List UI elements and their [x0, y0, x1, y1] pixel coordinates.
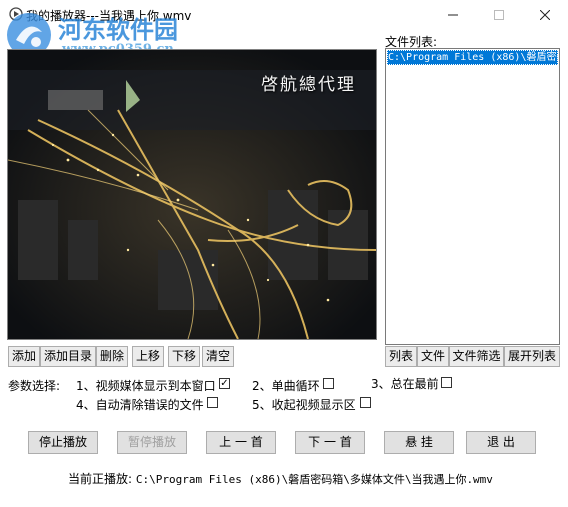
video-caption: 啓航總代理	[261, 75, 356, 95]
title-bar: 我的播放器---当我遇上你.wmv	[0, 0, 568, 30]
close-icon	[540, 10, 550, 20]
window-title: 我的播放器---当我遇上你.wmv	[26, 9, 192, 23]
next-button[interactable]: 下 一 首	[295, 431, 365, 454]
move-up-button[interactable]: 上移	[132, 346, 164, 367]
app-icon	[9, 7, 23, 21]
hang-button[interactable]: 悬 挂	[384, 431, 454, 454]
option-4-label: 4、自动清除错误的文件	[76, 398, 204, 412]
now-playing-path: C:\Program Files (x86)\磐盾密码箱\多媒体文件\当我遇上你…	[135, 473, 493, 486]
exit-button[interactable]: 退 出	[466, 431, 536, 454]
video-display[interactable]: 啓航總代理	[7, 49, 377, 340]
option-5-label: 5、收起视频显示区	[252, 398, 356, 412]
maximize-button[interactable]	[476, 0, 522, 30]
file-list[interactable]: C:\Program Files (x86)\磐盾密码箱\多媒体文件\当我遇上你…	[385, 48, 560, 345]
option-3-checkbox[interactable]	[441, 377, 452, 388]
now-playing: 当前正播放: C:\Program Files (x86)\磐盾密码箱\多媒体文…	[68, 470, 493, 487]
minimize-icon	[448, 14, 458, 16]
add-button[interactable]: 添加	[8, 346, 40, 367]
option-3-label: 3、总在最前	[371, 377, 439, 391]
previous-button[interactable]: 上 一 首	[206, 431, 276, 454]
move-down-button[interactable]: 下移	[168, 346, 200, 367]
close-button[interactable]	[522, 0, 568, 30]
option-1-checkbox[interactable]: ✓	[219, 378, 230, 389]
expand-list-button[interactable]: 展开列表	[504, 346, 560, 367]
clear-button[interactable]: 清空	[202, 346, 234, 367]
add-folder-button[interactable]: 添加目录	[40, 346, 96, 367]
file-filter-button[interactable]: 文件筛选	[449, 346, 504, 367]
option-1-label: 1、视频媒体显示到本窗口	[76, 379, 216, 393]
params-label: 参数选择:	[8, 379, 61, 393]
check-icon: ✓	[220, 378, 229, 389]
file-button[interactable]: 文件	[417, 346, 449, 367]
maximize-icon	[494, 10, 504, 20]
option-5-checkbox[interactable]	[360, 397, 371, 408]
delete-button[interactable]: 删除	[96, 346, 128, 367]
option-2-checkbox[interactable]	[323, 378, 334, 389]
list-button[interactable]: 列表	[385, 346, 417, 367]
minimize-button[interactable]	[430, 0, 476, 30]
option-4-checkbox[interactable]	[207, 397, 218, 408]
now-playing-label: 当前正播放:	[68, 472, 133, 486]
file-list-item[interactable]: C:\Program Files (x86)\磐盾密码箱\多媒体文件\当我遇上你…	[387, 50, 558, 65]
stop-button[interactable]: 停止播放	[28, 431, 98, 454]
option-2-label: 2、单曲循环	[252, 379, 320, 393]
pause-button[interactable]: 暂停播放	[117, 431, 187, 454]
